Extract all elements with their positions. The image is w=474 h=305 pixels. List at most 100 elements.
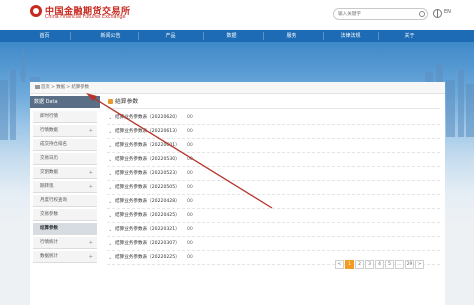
list-item-link[interactable]: 结算业务参数表（20220321） [115, 223, 180, 236]
bullet-icon: • [109, 200, 112, 205]
sidebar-item-market-data[interactable]: 行情数据 + [33, 125, 97, 137]
list-item-value: 00 [187, 157, 193, 162]
list-item[interactable]: • 结算业务参数表（20220307） 00 [107, 237, 440, 251]
list-item-value: 00 [187, 213, 193, 218]
prev-page-button[interactable]: < [335, 260, 344, 269]
sidebar-item-label: 数据统计 [40, 254, 58, 259]
bullet-icon: • [109, 172, 112, 177]
exchange-logo-icon[interactable] [30, 5, 42, 17]
expand-icon[interactable]: + [89, 237, 93, 249]
sidebar-item-delivery-data[interactable]: 交割数据 + [33, 167, 97, 179]
sidebar-item-settlement-parameters[interactable]: 结算参数 [33, 223, 97, 235]
watermark: 知乎 @当日知期 [358, 280, 439, 293]
sidebar-item-label: 月度行权查询 [40, 198, 67, 203]
nav-news[interactable]: 新闻公告 [88, 30, 133, 42]
list-item-link[interactable]: 结算业务参数表（20220601） [115, 139, 180, 152]
content-panel: 首页 > 数据 > 结算参数 数据 Data 即时行情 行情数据 + 成交持仓排名… [30, 82, 445, 305]
list-item[interactable]: • 结算业务参数表（20220523） 00 [107, 167, 440, 181]
list-item-value: 00 [187, 115, 193, 120]
list-item-value: 00 [187, 143, 193, 148]
list-item[interactable]: • 结算业务参数表（20220321） 00 [107, 223, 440, 237]
expand-icon[interactable]: + [89, 251, 93, 263]
list-item-link[interactable]: 结算业务参数表（20220505） [115, 181, 180, 194]
search-icon[interactable] [419, 11, 425, 17]
list-item-link[interactable]: 结算业务参数表（20220613） [115, 125, 180, 138]
expand-icon[interactable]: + [89, 181, 93, 193]
bullet-icon: • [109, 158, 112, 163]
page-button-last[interactable]: 29 [405, 260, 414, 269]
nav-divider [263, 32, 264, 40]
sidebar-item-market-statistics[interactable]: 行情统计 + [33, 237, 97, 249]
sidebar-item-realtime-quotes[interactable]: 即时行情 [33, 111, 97, 123]
list-item-link[interactable]: 结算业务参数表（20220523） [115, 167, 180, 180]
bullet-icon: • [109, 214, 112, 219]
list-item-link[interactable]: 结算业务参数表（20220425） [115, 209, 180, 222]
sidebar-item-label: 交易参数 [40, 212, 58, 217]
sidebar-item-efp[interactable]: 期转现 + [33, 181, 97, 193]
list-item[interactable]: • 结算业务参数表（20220601） 00 [107, 139, 440, 153]
globe-icon[interactable] [433, 9, 442, 18]
page-button[interactable]: 3 [365, 260, 374, 269]
expand-icon[interactable]: + [89, 167, 93, 179]
nav-data[interactable]: 数据 [209, 30, 254, 42]
list-item[interactable]: • 结算业务参数表（20220425） 00 [107, 209, 440, 223]
nav-divider [70, 32, 71, 40]
sidebar-item-trading-parameters[interactable]: 交易参数 [33, 209, 97, 221]
sidebar-item-exercise-query[interactable]: 月度行权查询 [33, 195, 97, 207]
bullet-icon: • [109, 228, 112, 233]
search-box[interactable] [333, 8, 428, 20]
list-item-link[interactable]: 结算业务参数表（20220530） [115, 153, 180, 166]
list-item-value: 00 [187, 199, 193, 204]
page-title: 结算参数 [107, 96, 138, 108]
sidebar-title: 数据 Data [30, 96, 100, 108]
page-title-text: 结算参数 [115, 99, 139, 105]
title-divider [107, 108, 440, 109]
sidebar-item-label: 行情统计 [40, 240, 58, 245]
list-item-value: 00 [187, 171, 193, 176]
page-button-current[interactable]: 1 [345, 260, 354, 269]
sidebar-item-position-ranking[interactable]: 成交持仓排名 [33, 139, 97, 151]
search-input[interactable] [338, 10, 418, 19]
bullet-icon: • [109, 144, 112, 149]
bullet-icon: • [109, 256, 112, 261]
logo-english-name[interactable]: China Financial Futures Exchange [45, 15, 126, 20]
list-item-link[interactable]: 结算业务参数表（20220428） [115, 195, 180, 208]
sidebar-item-label: 成交持仓排名 [40, 142, 67, 147]
nav-products[interactable]: 产品 [148, 30, 193, 42]
bullet-icon: • [109, 242, 112, 247]
list-item[interactable]: • 结算业务参数表（20220428） 00 [107, 195, 440, 209]
nav-divider [138, 32, 139, 40]
nav-services[interactable]: 服务 [269, 30, 314, 42]
sidebar-item-label: 期转现 [40, 184, 54, 189]
list-item-value: 00 [187, 227, 193, 232]
list-item[interactable]: • 结算业务参数表（20220613） 00 [107, 125, 440, 139]
page-button[interactable]: 2 [355, 260, 364, 269]
expand-icon[interactable]: + [89, 125, 93, 137]
sidebar-item-trading-calendar[interactable]: 交易日历 [33, 153, 97, 165]
page-button[interactable]: 5 [385, 260, 394, 269]
page-button[interactable]: 4 [375, 260, 384, 269]
list-item-link[interactable]: 结算业务参数表（20220620） [115, 111, 180, 124]
list-item-link[interactable]: 结算业务参数表（20220225） [115, 251, 180, 264]
main-nav: 首页 新闻公告 产品 数据 服务 法律法规 关于 [0, 30, 474, 42]
page-ellipsis: … [395, 260, 404, 269]
breadcrumb-text[interactable]: 首页 > 数据 > 结算参数 [41, 85, 89, 90]
language-switch[interactable]: EN [444, 9, 451, 15]
home-icon[interactable] [35, 84, 40, 89]
nav-home[interactable]: 首页 [22, 30, 67, 42]
next-page-button[interactable]: > [415, 260, 424, 269]
nav-laws[interactable]: 法律法规 [328, 30, 373, 42]
sidebar-item-label: 即时行情 [40, 114, 58, 119]
sidebar-item-label: 结算参数 [40, 226, 58, 231]
nav-about[interactable]: 关于 [387, 30, 432, 42]
list-item[interactable]: • 结算业务参数表（20220505） 00 [107, 181, 440, 195]
sidebar-item-label: 行情数据 [40, 128, 58, 133]
title-marker-icon [108, 99, 113, 104]
sidebar-item-data-statistics[interactable]: 数据统计 + [33, 251, 97, 263]
nav-divider [323, 32, 324, 40]
list-item-link[interactable]: 结算业务参数表（20220307） [115, 237, 180, 250]
list-item-value: 00 [187, 129, 193, 134]
bullet-icon: • [109, 186, 112, 191]
list-item[interactable]: • 结算业务参数表（20220530） 00 [107, 153, 440, 167]
list-item[interactable]: • 结算业务参数表（20220620） 00 [107, 111, 440, 125]
